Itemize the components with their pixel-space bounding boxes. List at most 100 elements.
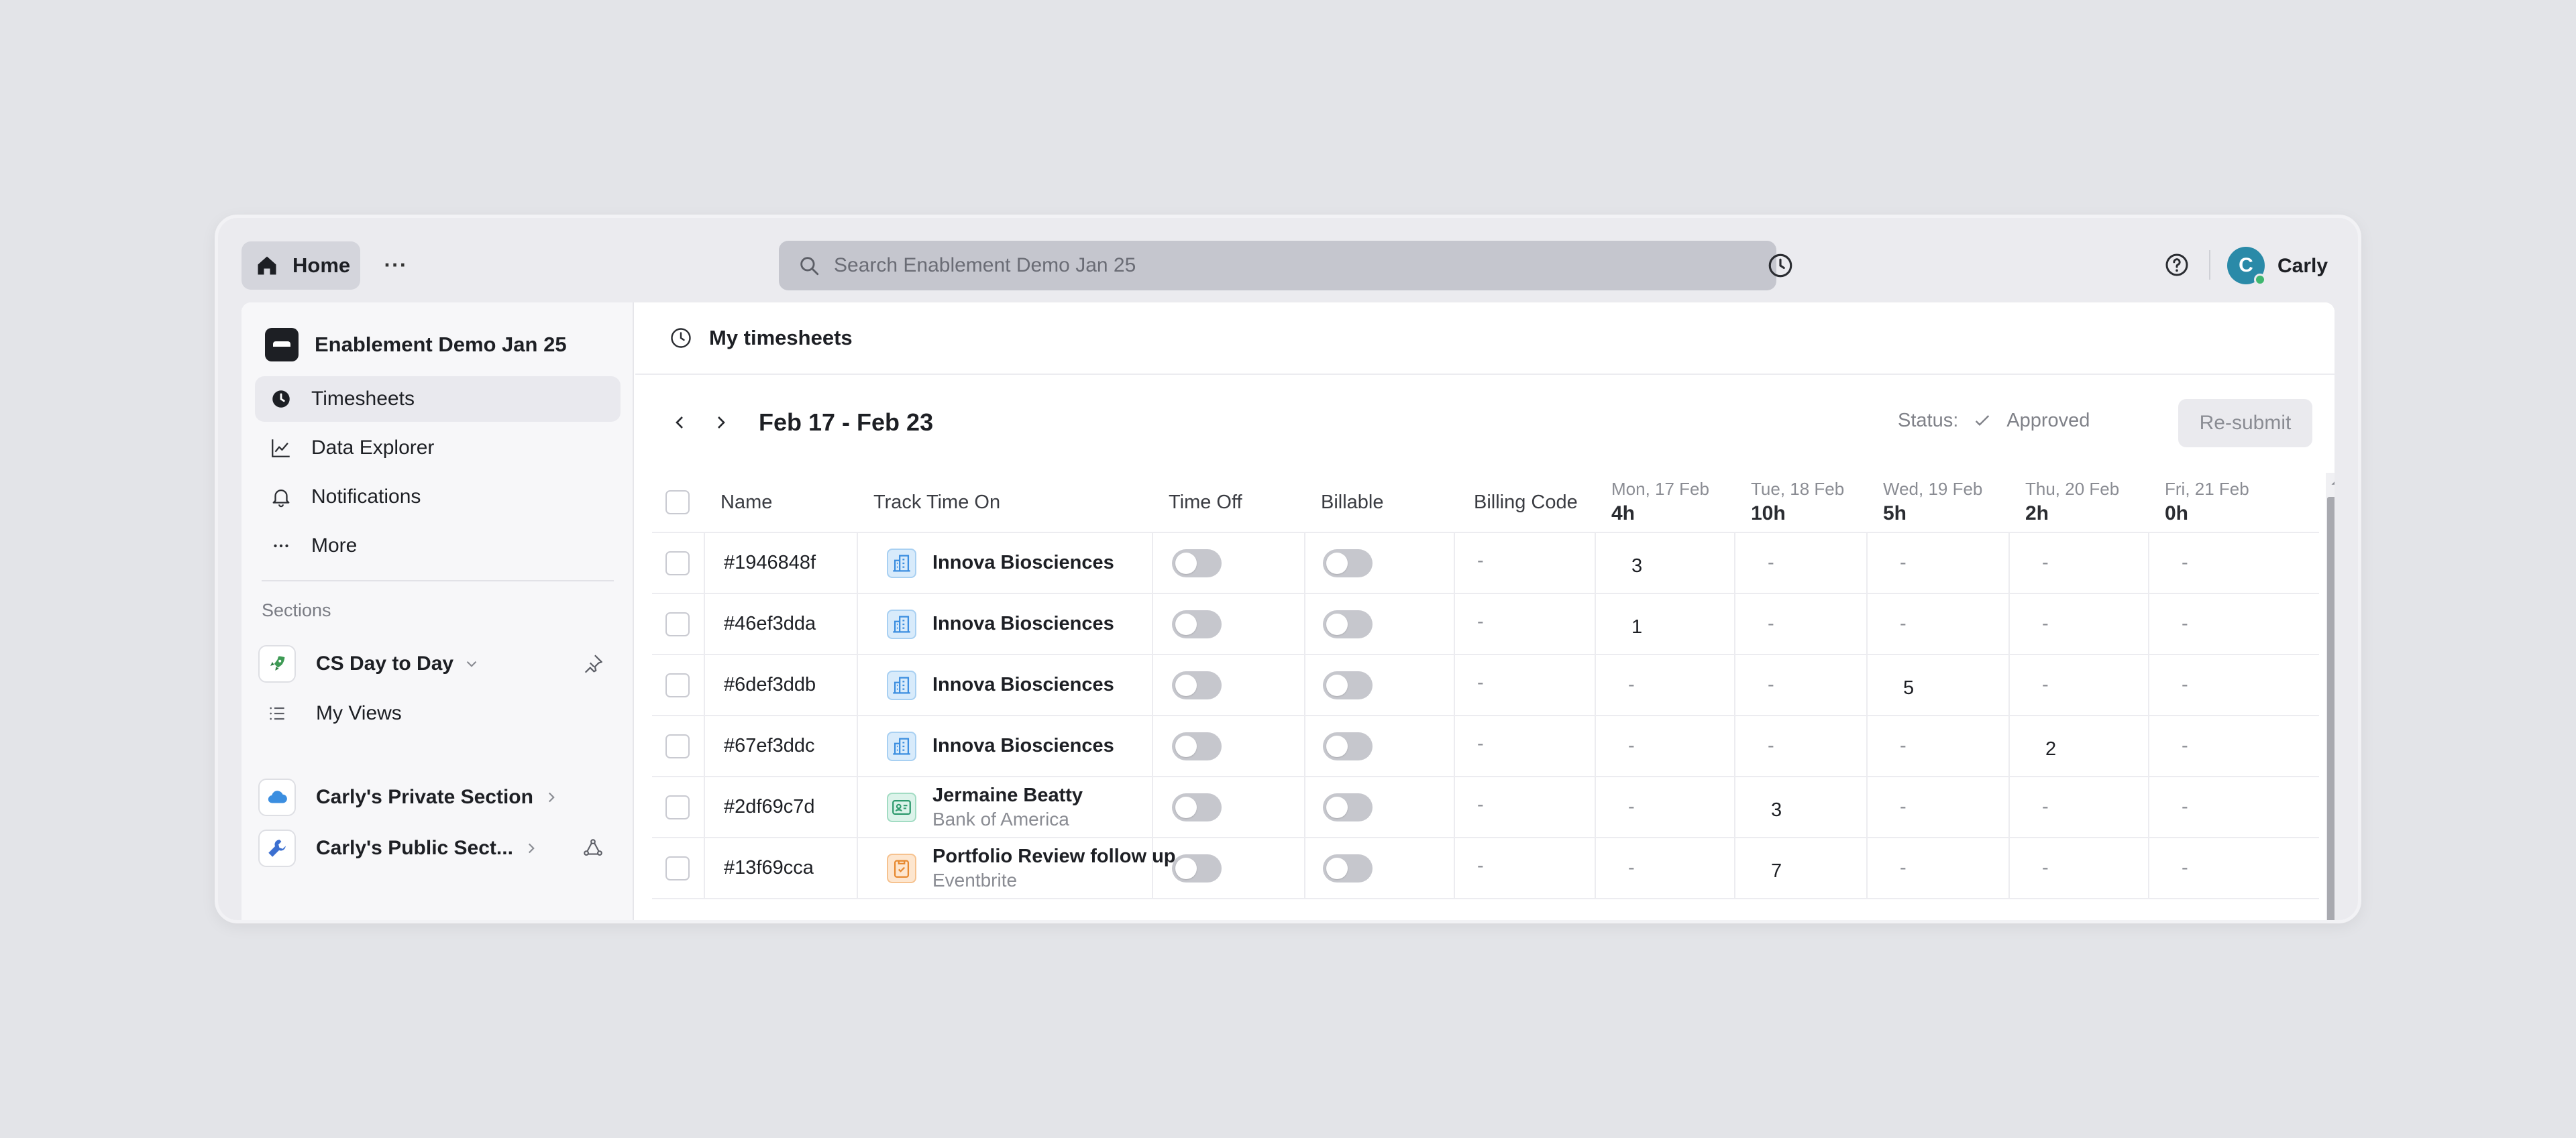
time-off-toggle[interactable]	[1172, 610, 1222, 638]
section-carlys-private[interactable]: Carly's Private Section	[258, 775, 621, 819]
day-hours-cell[interactable]: -	[2182, 655, 2188, 715]
table-row[interactable]: #46ef3dda Innova Biosciences - 1 - - - -	[652, 594, 2319, 655]
time-off-toggle[interactable]	[1172, 793, 1222, 821]
day-hours-cell[interactable]: -	[1628, 777, 1635, 837]
chevron-down-icon[interactable]	[463, 655, 480, 673]
row-checkbox[interactable]	[665, 673, 690, 697]
sidebar-item-timesheets[interactable]: Timesheets	[255, 376, 621, 422]
table-row[interactable]: #1946848f Innova Biosciences - 3 - - - -	[652, 533, 2319, 594]
column-header-track[interactable]: Track Time On	[873, 473, 1000, 532]
billing-code-cell[interactable]: -	[1477, 533, 1484, 593]
day-hours-cell[interactable]: -	[2182, 838, 2188, 898]
track-time-on-cell[interactable]: Innova Biosciences	[887, 533, 1114, 593]
column-header-day[interactable]: Fri, 21 Feb 0h	[2165, 473, 2249, 532]
day-hours-cell[interactable]: 3	[1631, 533, 1642, 593]
avatar[interactable]: C	[2227, 247, 2266, 286]
day-hours-cell[interactable]: -	[1628, 838, 1635, 898]
time-off-toggle[interactable]	[1172, 854, 1222, 883]
scrollbar-thumb[interactable]	[2327, 497, 2334, 920]
day-hours-cell[interactable]: 7	[1771, 838, 1782, 898]
day-hours-cell[interactable]: -	[1768, 716, 1774, 776]
day-hours-cell[interactable]: -	[2042, 533, 2049, 593]
sidebar-item-notifications[interactable]: Notifications	[255, 474, 621, 520]
billable-toggle[interactable]	[1323, 732, 1373, 760]
billing-code-cell[interactable]: -	[1477, 594, 1484, 654]
billing-code-cell[interactable]: -	[1477, 777, 1484, 837]
billing-code-cell[interactable]: -	[1477, 716, 1484, 776]
chevron-left-icon[interactable]	[669, 412, 690, 433]
row-checkbox[interactable]	[665, 551, 690, 575]
day-hours-cell[interactable]: -	[2042, 594, 2049, 654]
column-header-billable[interactable]: Billable	[1321, 473, 1384, 532]
row-checkbox[interactable]	[665, 795, 690, 819]
day-hours-cell[interactable]: -	[1628, 655, 1635, 715]
day-hours-cell[interactable]: -	[1768, 594, 1774, 654]
day-hours-cell[interactable]: -	[1900, 838, 1907, 898]
row-id[interactable]: #2df69c7d	[724, 777, 814, 837]
sidebar-item-data-explorer[interactable]: Data Explorer	[255, 425, 621, 471]
track-time-on-cell[interactable]: Innova Biosciences	[887, 594, 1114, 654]
day-hours-cell[interactable]: -	[1900, 716, 1907, 776]
day-hours-cell[interactable]: -	[2042, 777, 2049, 837]
day-hours-cell[interactable]: -	[1900, 533, 1907, 593]
row-checkbox[interactable]	[665, 856, 690, 880]
table-row[interactable]: #13f69cca Portfolio Review follow up Event…	[652, 838, 2319, 899]
column-header-day[interactable]: Tue, 18 Feb 10h	[1751, 473, 1844, 532]
row-checkbox[interactable]	[665, 612, 690, 636]
column-header-name[interactable]: Name	[720, 473, 772, 532]
track-time-on-cell[interactable]: Jermaine Beatty Bank of America	[887, 777, 1083, 837]
time-off-toggle[interactable]	[1172, 732, 1222, 760]
user-name[interactable]: Carly	[2277, 255, 2328, 278]
section-carlys-public[interactable]: Carly's Public Sect...	[258, 826, 621, 870]
day-hours-cell[interactable]: -	[1900, 777, 1907, 837]
row-id[interactable]: #67ef3ddc	[724, 716, 814, 776]
day-hours-cell[interactable]: -	[1628, 716, 1635, 776]
select-all-checkbox[interactable]	[665, 490, 690, 514]
workspace-switcher[interactable]: Enablement Demo Jan 25	[265, 328, 567, 361]
chevron-right-icon[interactable]	[523, 840, 540, 857]
day-hours-cell[interactable]: -	[2182, 777, 2188, 837]
column-header-day[interactable]: Mon, 17 Feb 4h	[1611, 473, 1709, 532]
row-id[interactable]: #46ef3dda	[724, 594, 816, 654]
section-my-views[interactable]: My Views	[258, 691, 621, 736]
day-hours-cell[interactable]: -	[1768, 655, 1774, 715]
share-network-icon[interactable]	[582, 837, 604, 860]
help-icon[interactable]	[2163, 251, 2190, 278]
day-hours-cell[interactable]: -	[2182, 533, 2188, 593]
billable-toggle[interactable]	[1323, 610, 1373, 638]
track-time-on-cell[interactable]: Innova Biosciences	[887, 655, 1114, 715]
billable-toggle[interactable]	[1323, 549, 1373, 577]
billing-code-cell[interactable]: -	[1477, 655, 1484, 715]
row-id[interactable]: #6def3ddb	[724, 655, 816, 715]
billing-code-cell[interactable]: -	[1477, 838, 1484, 898]
row-id[interactable]: #1946848f	[724, 533, 816, 593]
search-input[interactable]	[834, 254, 1706, 277]
day-hours-cell[interactable]: 1	[1631, 594, 1642, 654]
day-hours-cell[interactable]: -	[2042, 655, 2049, 715]
day-hours-cell[interactable]: -	[2042, 838, 2049, 898]
scroll-up-icon[interactable]	[2328, 475, 2334, 490]
billable-toggle[interactable]	[1323, 793, 1373, 821]
sidebar-item-more[interactable]: More	[255, 523, 621, 569]
billable-toggle[interactable]	[1323, 671, 1373, 699]
table-row[interactable]: #2df69c7d Jermaine Beatty Bank of America -…	[652, 777, 2319, 838]
home-button[interactable]: Home	[241, 241, 360, 290]
billable-toggle[interactable]	[1323, 854, 1373, 883]
track-time-on-cell[interactable]: Innova Biosciences	[887, 716, 1114, 776]
day-hours-cell[interactable]: -	[2182, 716, 2188, 776]
day-hours-cell[interactable]: 2	[2045, 716, 2056, 776]
day-hours-cell[interactable]: 5	[1903, 655, 1914, 715]
more-options-button[interactable]: ···	[379, 248, 413, 282]
column-header-time-off[interactable]: Time Off	[1169, 473, 1242, 532]
time-off-toggle[interactable]	[1172, 671, 1222, 699]
section-cs-day-to-day[interactable]: CS Day to Day	[258, 642, 621, 686]
day-hours-cell[interactable]: -	[1768, 533, 1774, 593]
resubmit-button[interactable]: Re-submit	[2178, 399, 2312, 447]
chevron-right-icon[interactable]	[710, 412, 732, 433]
row-id[interactable]: #13f69cca	[724, 838, 814, 898]
day-hours-cell[interactable]: -	[2182, 594, 2188, 654]
column-header-billing-code[interactable]: Billing Code	[1474, 473, 1578, 532]
pin-icon[interactable]	[582, 652, 604, 675]
table-row[interactable]: #6def3ddb Innova Biosciences - - - 5 - -	[652, 655, 2319, 716]
track-time-on-cell[interactable]: Portfolio Review follow up Eventbrite	[887, 838, 1176, 898]
